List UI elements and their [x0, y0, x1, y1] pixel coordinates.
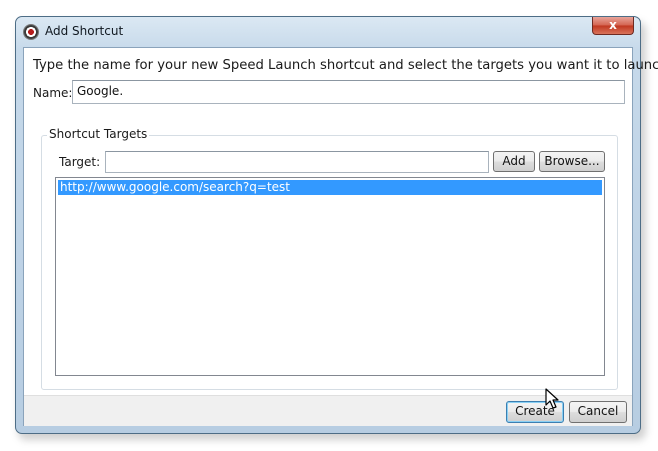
target-input[interactable] [105, 151, 489, 173]
mouse-pointer-icon [545, 388, 559, 409]
close-button[interactable]: x [592, 17, 634, 35]
title-bar[interactable]: Add Shortcut x [16, 17, 640, 47]
dialog-content: Type the name for your new Speed Launch … [23, 47, 658, 426]
target-label: Target: [59, 155, 101, 169]
targets-list[interactable]: http://www.google.com/search?q=test [55, 177, 605, 376]
speed-launch-icon [24, 25, 38, 39]
name-label: Name: [33, 86, 73, 100]
group-title: Shortcut Targets [47, 127, 150, 141]
button-bar: Create Cancel [24, 395, 632, 426]
list-item[interactable]: http://www.google.com/search?q=test [58, 180, 602, 195]
cancel-button[interactable]: Cancel [569, 401, 627, 423]
add-shortcut-dialog: Add Shortcut x Type the name for your ne… [15, 16, 658, 434]
instructions-text: Type the name for your new Speed Launch … [33, 58, 658, 73]
name-input[interactable]: Google. [72, 80, 625, 104]
browse-button[interactable]: Browse... [539, 151, 605, 172]
add-button[interactable]: Add [493, 151, 535, 172]
close-icon: x [609, 18, 617, 32]
window-title: Add Shortcut [45, 24, 124, 38]
